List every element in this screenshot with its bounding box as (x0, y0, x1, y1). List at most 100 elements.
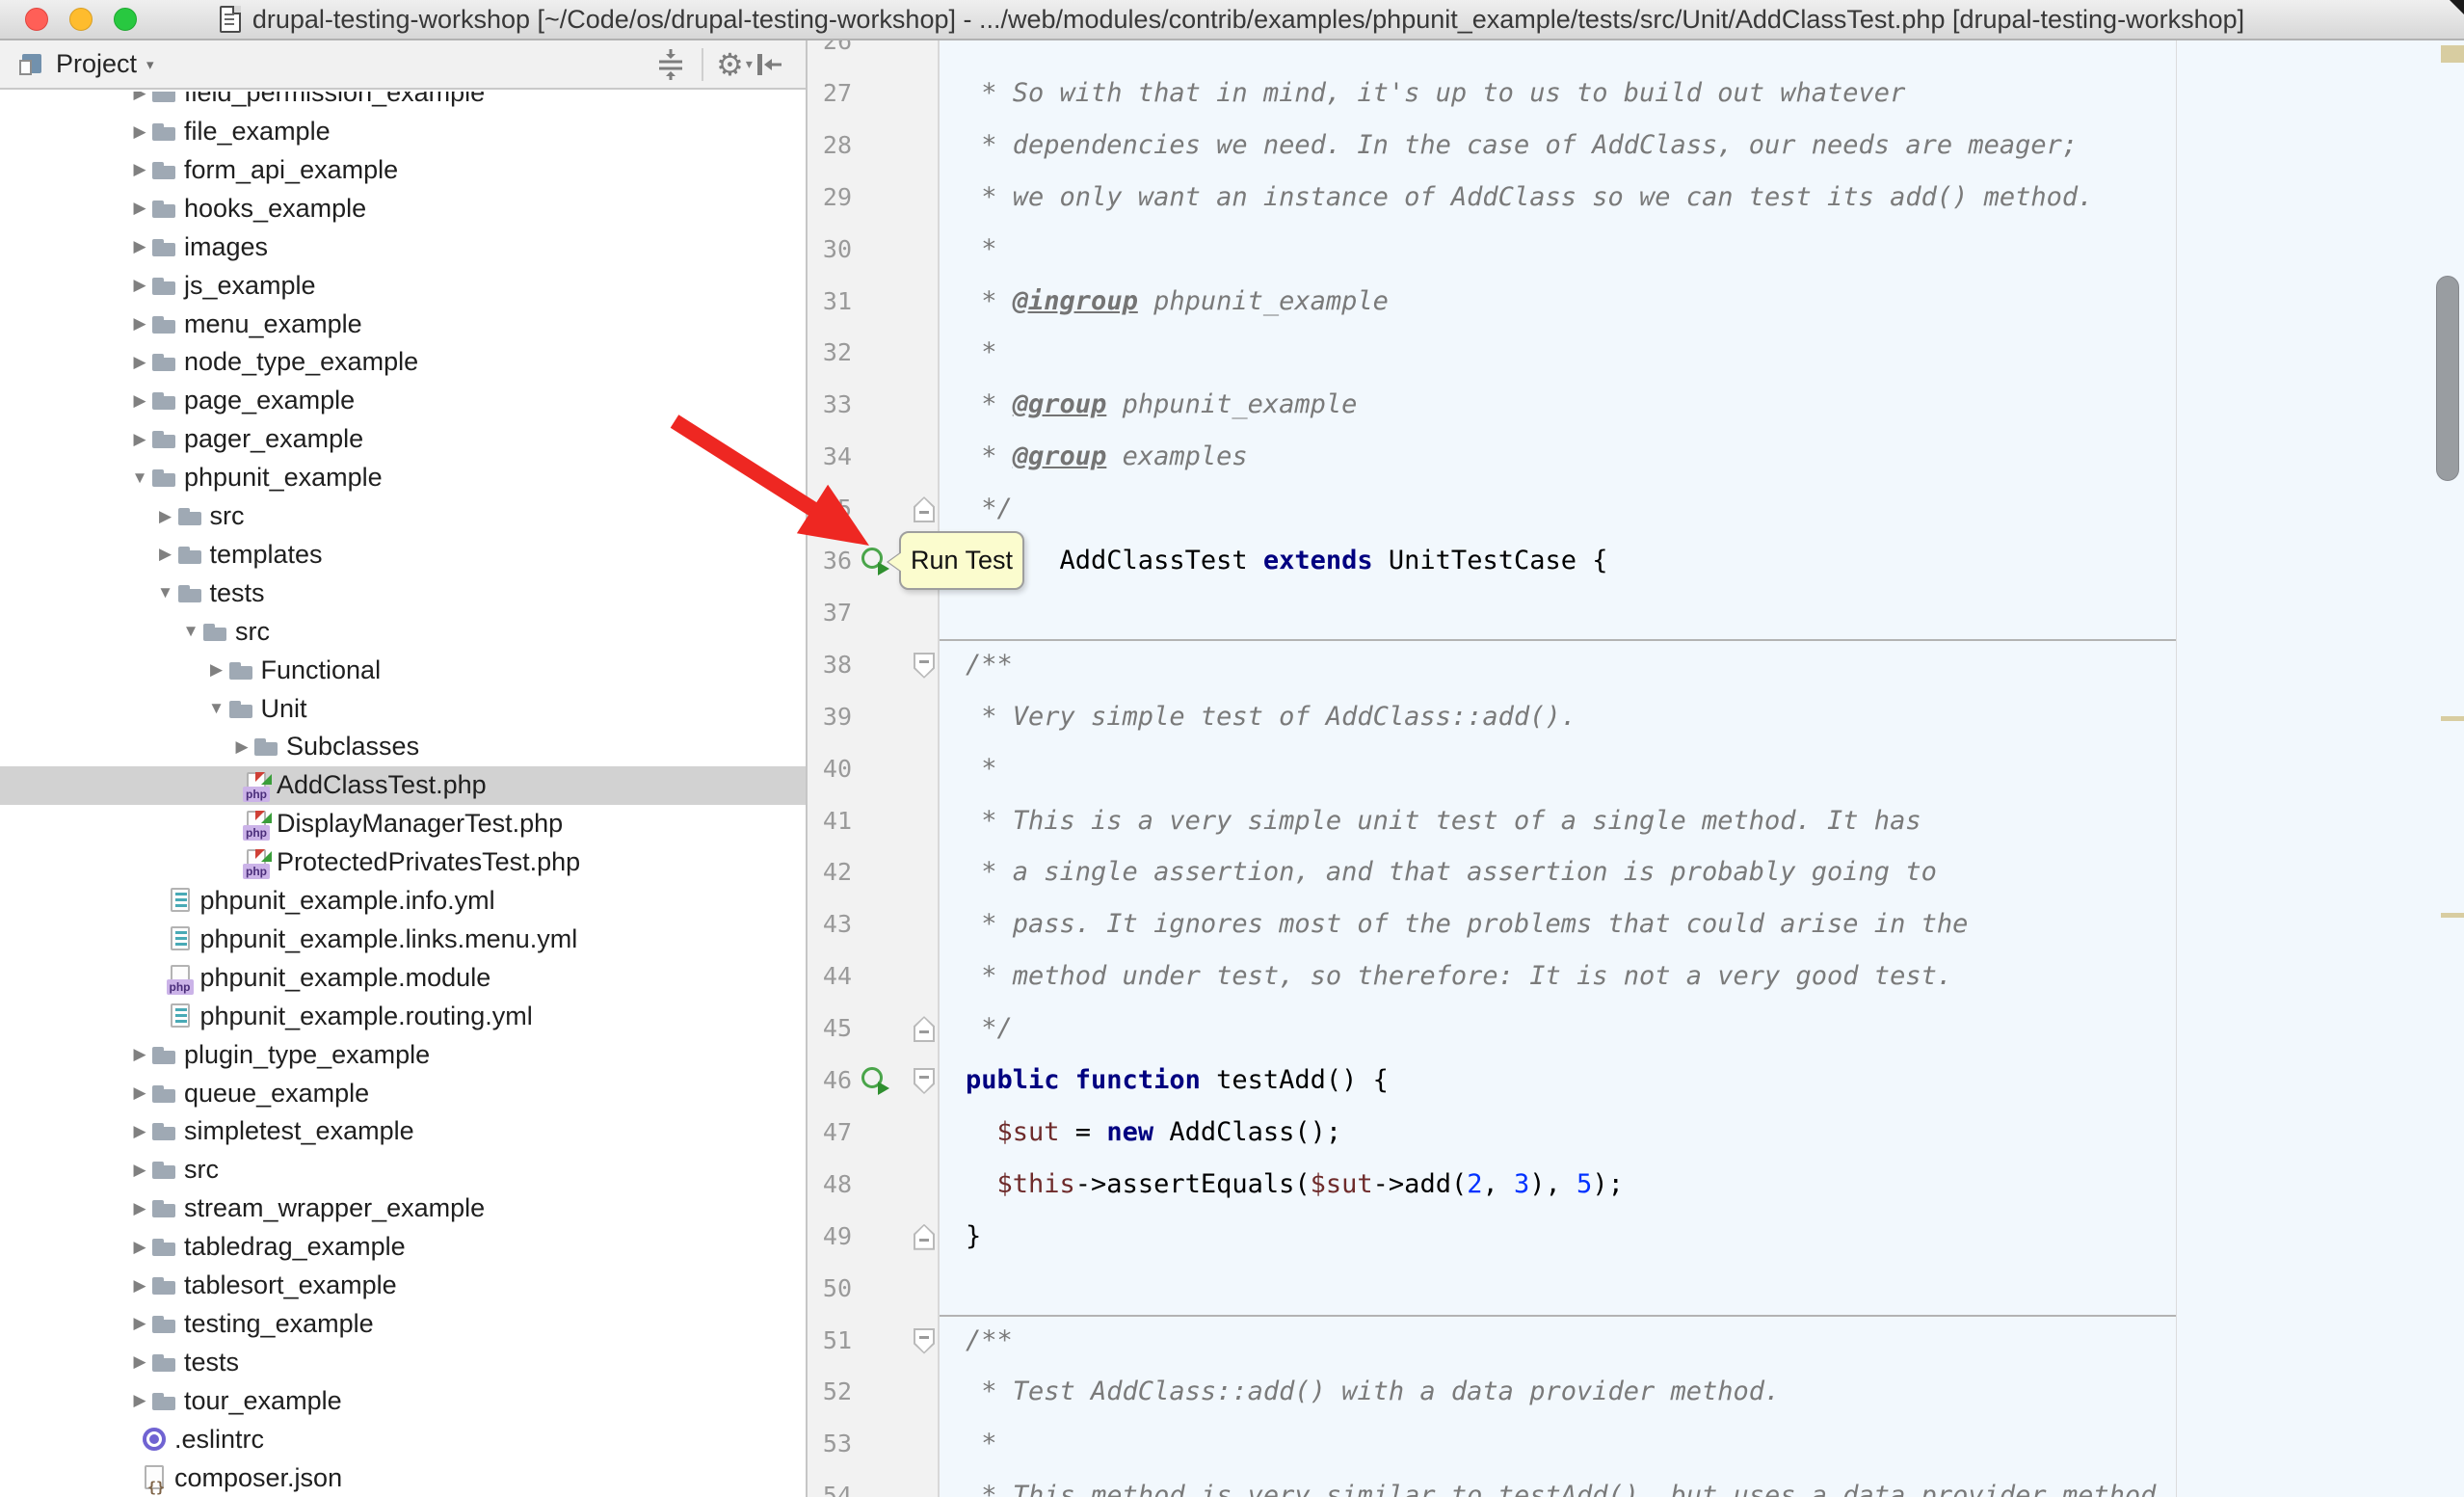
code-line-53[interactable]: 53 * (808, 1418, 2464, 1470)
chevron-collapsed-icon[interactable]: ▶ (128, 314, 151, 334)
run-test-icon[interactable] (861, 548, 888, 575)
tree-item-unit[interactable]: ▼Unit (0, 689, 806, 728)
chevron-collapsed-icon[interactable]: ▶ (128, 1199, 151, 1218)
code-line-32[interactable]: 32 * (808, 327, 2464, 379)
chevron-collapsed-icon[interactable]: ▶ (128, 160, 151, 179)
tree-item-node-type-example[interactable]: ▶node_type_example (0, 343, 806, 382)
error-stripe-mark[interactable] (2441, 45, 2464, 63)
code-line-46[interactable]: 46public function testAdd() { (808, 1055, 2464, 1107)
chevron-collapsed-icon[interactable]: ▶ (128, 237, 151, 256)
chevron-collapsed-icon[interactable]: ▶ (230, 737, 253, 757)
chevron-collapsed-icon[interactable]: ▶ (128, 1161, 151, 1180)
vertical-scrollbar-thumb[interactable] (2436, 276, 2459, 481)
tree-item-src[interactable]: ▶src (0, 497, 806, 536)
tree-item-js-example[interactable]: ▶js_example (0, 266, 806, 305)
chevron-collapsed-icon[interactable]: ▶ (128, 1391, 151, 1410)
code-line-42[interactable]: 42 * a single assertion, and that assert… (808, 846, 2464, 898)
code-line-37[interactable]: 37 (808, 587, 2464, 639)
chevron-collapsed-icon[interactable]: ▶ (128, 1045, 151, 1064)
collapse-all-icon[interactable] (653, 47, 688, 82)
chevron-collapsed-icon[interactable]: ▶ (128, 1238, 151, 1257)
tree-item-src[interactable]: ▼src (0, 612, 806, 651)
tree-item-subclasses[interactable]: ▶Subclasses (0, 728, 806, 766)
fold-end-icon[interactable] (914, 496, 935, 522)
code-line-40[interactable]: 40 * (808, 743, 2464, 795)
chevron-collapsed-icon[interactable]: ▶ (128, 430, 151, 449)
chevron-collapsed-icon[interactable]: ▶ (205, 660, 228, 680)
fold-start-icon[interactable] (914, 653, 935, 679)
chevron-expanded-icon[interactable]: ▼ (128, 468, 151, 488)
code-line-45[interactable]: 45 */ (808, 1002, 2464, 1055)
tree-item-phpunit-example-module[interactable]: phpphpunit_example.module (0, 958, 806, 997)
tree-item-displaymanagertest-php[interactable]: phpDisplayManagerTest.php (0, 805, 806, 843)
code-line-30[interactable]: 30 * (808, 224, 2464, 276)
zoom-button[interactable] (114, 8, 137, 31)
settings-gear-icon[interactable]: ⚙▾ (717, 47, 752, 82)
tree-item-composer-json[interactable]: {}composer.json (0, 1458, 806, 1497)
chevron-collapsed-icon[interactable]: ▶ (128, 276, 151, 295)
tree-item-tests[interactable]: ▼tests (0, 574, 806, 612)
code-line-28[interactable]: 28 * dependencies we need. In the case o… (808, 120, 2464, 172)
tree-item-plugin-type-example[interactable]: ▶plugin_type_example (0, 1035, 806, 1074)
tree-item-phpunit-example[interactable]: ▼phpunit_example (0, 459, 806, 497)
tree-item-stream-wrapper-example[interactable]: ▶stream_wrapper_example (0, 1190, 806, 1228)
code-line-29[interactable]: 29 * we only want an instance of AddClas… (808, 172, 2464, 224)
tree-item-tablesort-example[interactable]: ▶tablesort_example (0, 1267, 806, 1305)
error-stripe-mark[interactable] (2441, 913, 2464, 918)
chevron-expanded-icon[interactable]: ▼ (154, 583, 177, 602)
tree-item-pager-example[interactable]: ▶pager_example (0, 420, 806, 459)
code-line-38[interactable]: 38/** (808, 639, 2464, 691)
code-line-48[interactable]: 48 $this->assertEquals($sut->add(2, 3), … (808, 1159, 2464, 1211)
code-line-36[interactable]: 36Run Test AddClassTest extends UnitTest… (808, 535, 2464, 587)
fold-start-icon[interactable] (914, 1068, 935, 1094)
code-line-35[interactable]: 35 */ (808, 483, 2464, 535)
code-line-54[interactable]: 54 * This method is very similar to test… (808, 1470, 2464, 1497)
chevron-collapsed-icon[interactable]: ▶ (128, 92, 151, 103)
tree-item-src[interactable]: ▶src (0, 1151, 806, 1190)
tree-item-templates[interactable]: ▶templates (0, 535, 806, 574)
tree-item-images[interactable]: ▶images (0, 227, 806, 266)
chevron-expanded-icon[interactable]: ▼ (179, 622, 202, 641)
run-test-tooltip[interactable]: Run Test (899, 531, 1024, 590)
chevron-collapsed-icon[interactable]: ▶ (128, 1276, 151, 1296)
tree-item-tour-example[interactable]: ▶tour_example (0, 1381, 806, 1420)
tree-item-page-example[interactable]: ▶page_example (0, 382, 806, 420)
code-line-49[interactable]: 49} (808, 1211, 2464, 1263)
chevron-down-icon[interactable]: ▾ (146, 56, 154, 73)
fold-start-icon[interactable] (914, 1328, 935, 1354)
chevron-collapsed-icon[interactable]: ▶ (128, 391, 151, 411)
close-button[interactable] (25, 8, 48, 31)
code-line-27[interactable]: 27 * So with that in mind, it's up to us… (808, 67, 2464, 120)
chevron-collapsed-icon[interactable]: ▶ (128, 1122, 151, 1141)
code-line-34[interactable]: 34 * @group examples (808, 431, 2464, 483)
tree-item-testing-example[interactable]: ▶testing_example (0, 1304, 806, 1343)
tree-item-field-permission-example[interactable]: ▶field_permission_example (0, 92, 806, 113)
fold-end-icon[interactable] (914, 1224, 935, 1250)
chevron-collapsed-icon[interactable]: ▶ (154, 507, 177, 526)
tree-item-menu-example[interactable]: ▶menu_example (0, 305, 806, 343)
tree-item-phpunit-example-routing-yml[interactable]: phpunit_example.routing.yml (0, 997, 806, 1035)
tree-item-phpunit-example-links-menu-yml[interactable]: phpunit_example.links.menu.yml (0, 920, 806, 958)
chevron-collapsed-icon[interactable]: ▶ (128, 122, 151, 142)
tree-item-protectedprivatestest-php[interactable]: phpProtectedPrivatesTest.php (0, 843, 806, 882)
code-line-47[interactable]: 47 $sut = new AddClass(); (808, 1107, 2464, 1159)
minimize-button[interactable] (69, 8, 93, 31)
code-line-41[interactable]: 41 * This is a very simple unit test of … (808, 795, 2464, 847)
tree-item-queue-example[interactable]: ▶queue_example (0, 1074, 806, 1112)
code-line-50[interactable]: 50 (808, 1263, 2464, 1315)
chevron-collapsed-icon[interactable]: ▶ (128, 1083, 151, 1103)
tree-item-addclasstest-php[interactable]: phpAddClassTest.php (0, 766, 806, 805)
tree-item-simpletest-example[interactable]: ▶simpletest_example (0, 1112, 806, 1151)
run-test-icon[interactable] (861, 1067, 888, 1094)
error-stripe-mark[interactable] (2441, 716, 2464, 721)
chevron-collapsed-icon[interactable]: ▶ (128, 1352, 151, 1372)
tree-item-hooks-example[interactable]: ▶hooks_example (0, 189, 806, 227)
window-titlebar[interactable]: drupal-testing-workshop [~/Code/os/drupa… (0, 0, 2464, 40)
chevron-collapsed-icon[interactable]: ▶ (154, 545, 177, 564)
tree-item-phpunit-example-info-yml[interactable]: phpunit_example.info.yml (0, 882, 806, 921)
chevron-expanded-icon[interactable]: ▼ (205, 699, 228, 718)
fold-end-icon[interactable] (914, 1016, 935, 1042)
chevron-collapsed-icon[interactable]: ▶ (128, 199, 151, 218)
tree-item-functional[interactable]: ▶Functional (0, 651, 806, 689)
tree-item--eslintrc[interactable]: .eslintrc (0, 1420, 806, 1458)
